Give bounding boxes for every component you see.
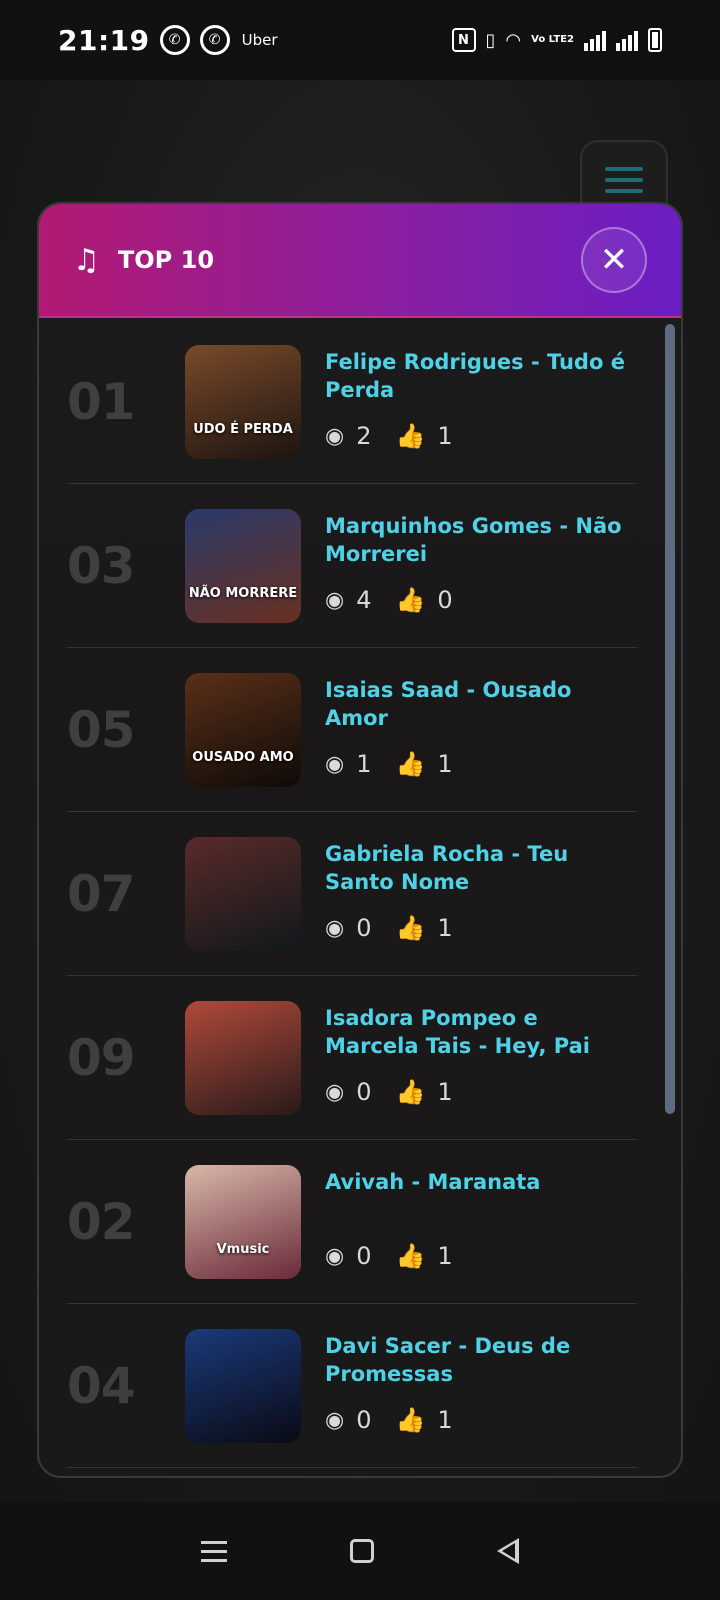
like-count: 1: [437, 750, 453, 778]
view-count: 1: [356, 750, 372, 778]
song-item[interactable]: 01 UDO É PERDA Felipe Rodrigues - Tudo é…: [67, 320, 637, 484]
song-item[interactable]: 03 NÃO MORRERE Marquinhos Gomes - Não Mo…: [67, 484, 637, 648]
status-time: 21:19: [58, 23, 150, 57]
song-rank: 03: [67, 536, 136, 595]
song-title[interactable]: Gabriela Rocha - Teu Santo Nome: [325, 840, 625, 896]
close-button[interactable]: ✕: [581, 227, 647, 293]
song-title[interactable]: Avivah - Maranata: [325, 1168, 625, 1224]
view-count: 2: [356, 422, 372, 450]
song-info: Davi Sacer - Deus de Promessas ◉ 0 👍 1: [325, 1304, 625, 1434]
song-rank: 01: [67, 372, 136, 431]
vibrate-icon: ▯: [485, 29, 496, 51]
song-list: 01 UDO É PERDA Felipe Rodrigues - Tudo é…: [67, 320, 637, 1468]
eye-icon: ◉: [325, 751, 345, 777]
like-count: 1: [437, 422, 453, 450]
recent-apps-button[interactable]: [201, 1540, 228, 1562]
song-thumbnail[interactable]: Vmusic: [185, 1164, 301, 1279]
top10-modal: ♫ TOP 10 ✕ 01 UDO É PERDA Felipe Rodrigu…: [37, 202, 683, 1478]
thumbs-up-icon[interactable]: 👍: [395, 586, 425, 614]
song-item[interactable]: 05 OUSADO AMO Isaias Saad - Ousado Amor …: [67, 648, 637, 812]
song-stats: ◉ 2 👍 1: [325, 422, 625, 450]
modal-title: TOP 10: [117, 246, 215, 274]
navigation-bar: [0, 1502, 720, 1600]
whatsapp-icon: ✆: [159, 25, 190, 55]
thumbs-up-icon[interactable]: 👍: [395, 1078, 425, 1106]
view-count: 0: [356, 914, 372, 942]
song-stats: ◉ 0 👍 1: [325, 1078, 625, 1106]
thumbs-up-icon[interactable]: 👍: [395, 1242, 425, 1270]
thumbs-up-icon[interactable]: 👍: [395, 1406, 425, 1434]
song-thumbnail[interactable]: UDO É PERDA: [185, 344, 301, 459]
view-count: 0: [356, 1406, 372, 1434]
song-item[interactable]: 07 Gabriela Rocha - Teu Santo Nome ◉ 0 👍…: [67, 812, 637, 976]
thumbnail-caption: Vmusic: [216, 1241, 270, 1257]
song-title[interactable]: Isaias Saad - Ousado Amor: [325, 676, 625, 732]
thumbnail-caption: NÃO MORRERE: [188, 585, 298, 601]
eye-icon: ◉: [325, 587, 345, 613]
view-count: 4: [356, 586, 372, 614]
song-title[interactable]: Isadora Pompeo e Marcela Tais - Hey, Pai: [325, 1004, 625, 1060]
song-info: Isaias Saad - Ousado Amor ◉ 1 👍 1: [325, 648, 625, 778]
whatsapp-icon: ✆: [199, 25, 230, 55]
song-thumbnail[interactable]: [185, 836, 301, 951]
song-info: Felipe Rodrigues - Tudo é Perda ◉ 2 👍 1: [325, 320, 625, 450]
wifi-icon: ◠: [505, 29, 522, 51]
like-count: 1: [437, 1242, 453, 1270]
status-bar: 21:19 ✆ ✆ Uber N ▯ ◠ Vo LTE2: [0, 0, 720, 80]
view-count: 0: [356, 1078, 372, 1106]
song-item[interactable]: 02 Vmusic Avivah - Maranata ◉ 0 👍 1: [67, 1140, 637, 1304]
song-stats: ◉ 0 👍 1: [325, 1242, 625, 1270]
song-item[interactable]: 09 Isadora Pompeo e Marcela Tais - Hey, …: [67, 976, 637, 1140]
signal-icon: [616, 29, 638, 51]
song-info: Avivah - Maranata ◉ 0 👍 1: [325, 1140, 625, 1270]
song-thumbnail[interactable]: [185, 1328, 301, 1443]
home-button[interactable]: [349, 1539, 374, 1563]
song-stats: ◉ 0 👍 1: [325, 1406, 625, 1434]
eye-icon: ◉: [325, 423, 345, 449]
thumbs-up-icon[interactable]: 👍: [395, 750, 425, 778]
music-note-icon: ♫: [73, 242, 100, 278]
song-rank: 04: [67, 1356, 136, 1415]
view-count: 0: [356, 1242, 372, 1270]
back-button[interactable]: [496, 1538, 519, 1564]
like-count: 1: [437, 1406, 453, 1434]
song-info: Gabriela Rocha - Teu Santo Nome ◉ 0 👍 1: [325, 812, 625, 942]
song-info: Isadora Pompeo e Marcela Tais - Hey, Pai…: [325, 976, 625, 1106]
eye-icon: ◉: [325, 1243, 345, 1269]
song-rank: 02: [67, 1192, 136, 1251]
song-info: Marquinhos Gomes - Não Morrerei ◉ 4 👍 0: [325, 484, 625, 614]
song-item[interactable]: 04 Davi Sacer - Deus de Promessas ◉ 0 👍 …: [67, 1304, 637, 1468]
song-thumbnail[interactable]: [185, 1000, 301, 1115]
song-title[interactable]: Marquinhos Gomes - Não Morrerei: [325, 512, 625, 568]
song-stats: ◉ 1 👍 1: [325, 750, 625, 778]
thumbs-up-icon[interactable]: 👍: [395, 914, 425, 942]
song-thumbnail[interactable]: NÃO MORRERE: [185, 508, 301, 623]
song-stats: ◉ 4 👍 0: [325, 586, 625, 614]
eye-icon: ◉: [325, 1079, 345, 1105]
song-rank: 09: [67, 1028, 136, 1087]
like-count: 1: [437, 1078, 453, 1106]
uber-notification: Uber: [241, 31, 278, 49]
nfc-icon: N: [451, 28, 476, 52]
like-count: 1: [437, 914, 453, 942]
status-icons: N ▯ ◠ Vo LTE2: [451, 28, 662, 52]
song-title[interactable]: Davi Sacer - Deus de Promessas: [325, 1332, 625, 1388]
song-stats: ◉ 0 👍 1: [325, 914, 625, 942]
like-count: 0: [437, 586, 453, 614]
song-rank: 07: [67, 864, 136, 923]
song-rank: 05: [67, 700, 136, 759]
thumbnail-caption: OUSADO AMO: [192, 749, 294, 765]
thumbs-up-icon[interactable]: 👍: [395, 422, 425, 450]
thumbnail-caption: UDO É PERDA: [193, 421, 293, 437]
signal-icon: [584, 29, 606, 51]
eye-icon: ◉: [325, 1407, 345, 1433]
song-title[interactable]: Felipe Rodrigues - Tudo é Perda: [325, 348, 625, 404]
volte-icon: Vo LTE2: [531, 34, 574, 45]
close-icon: ✕: [599, 240, 629, 280]
scrollbar[interactable]: [665, 324, 675, 1114]
modal-header: ♫ TOP 10 ✕: [39, 204, 681, 318]
battery-icon: [648, 28, 662, 52]
eye-icon: ◉: [325, 915, 345, 941]
song-thumbnail[interactable]: OUSADO AMO: [185, 672, 301, 787]
